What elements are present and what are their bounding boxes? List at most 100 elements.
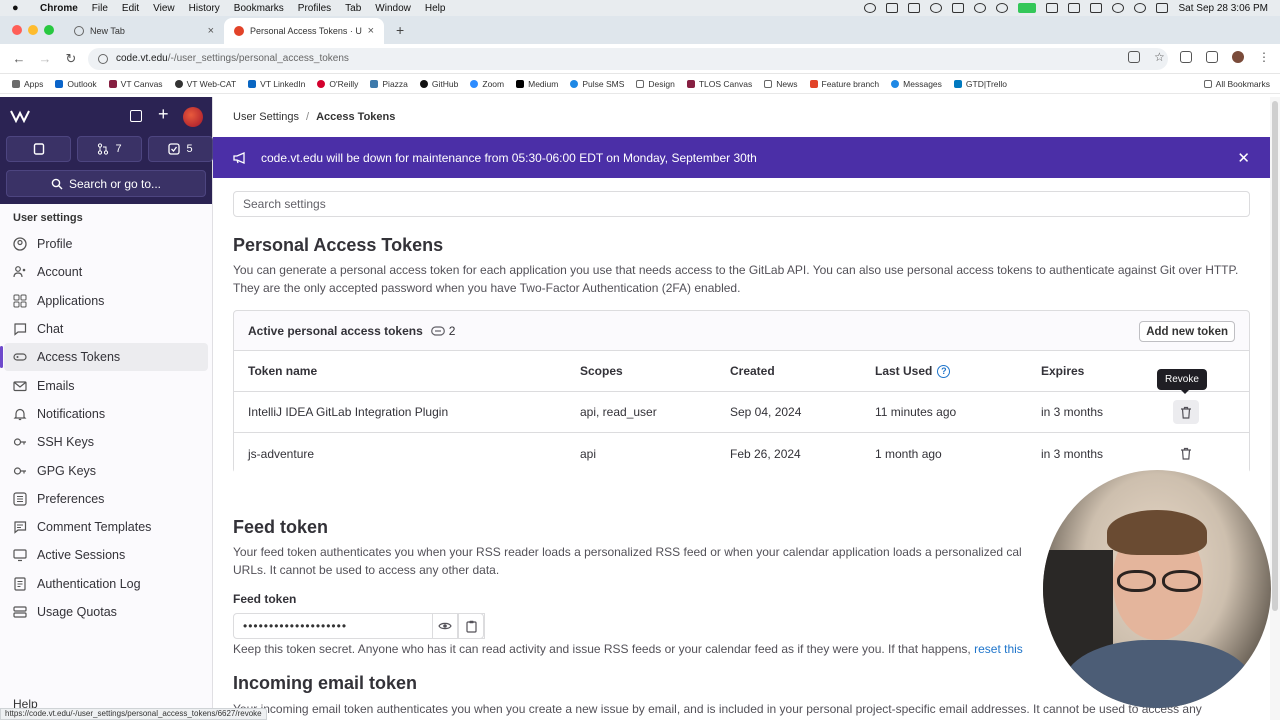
- clock-icon[interactable]: [974, 3, 987, 13]
- calendar-icon[interactable]: [952, 3, 965, 13]
- facetime-icon[interactable]: [1018, 3, 1037, 13]
- volume-icon[interactable]: [1112, 3, 1125, 13]
- search-settings-input[interactable]: Search settings: [233, 191, 1250, 217]
- bookmark-vt-canvas[interactable]: VT Canvas: [108, 79, 163, 89]
- menu-help[interactable]: Help: [425, 3, 446, 14]
- sidebar-toggle-icon[interactable]: [130, 110, 142, 122]
- breadcrumb-access-tokens[interactable]: Access Tokens: [316, 111, 395, 123]
- sidebar-item-emails[interactable]: Emails: [0, 371, 212, 399]
- status-icon[interactable]: [930, 3, 943, 13]
- menu-chrome[interactable]: Chrome: [40, 3, 78, 14]
- bookmark-messages[interactable]: Messages: [891, 79, 942, 89]
- extension-icon[interactable]: [1180, 51, 1192, 63]
- add-new-token-button[interactable]: Add new token: [1139, 321, 1235, 342]
- sidebar-item-authentication-log[interactable]: Authentication Log: [0, 570, 212, 598]
- page-scrollbar[interactable]: [1270, 97, 1280, 720]
- column-scopes[interactable]: Scopes: [580, 364, 623, 378]
- column-last-used[interactable]: Last Used?: [875, 364, 951, 378]
- sidebar-item-gpg-keys[interactable]: GPG Keys: [0, 456, 212, 484]
- create-new-icon[interactable]: +: [158, 104, 169, 125]
- bookmark-apps[interactable]: Apps: [12, 79, 43, 89]
- menubar-datetime[interactable]: Sat Sep 28 3:06 PM: [1178, 3, 1268, 14]
- sidebar-item-chat[interactable]: Chat: [0, 315, 212, 343]
- back-icon[interactable]: ←: [12, 51, 26, 66]
- more-menu-icon[interactable]: ⋮: [1258, 51, 1270, 63]
- menu-bookmarks[interactable]: Bookmarks: [234, 3, 284, 14]
- reset-token-link[interactable]: reset this: [974, 642, 1023, 656]
- bookmark-star-icon[interactable]: ☆: [1154, 51, 1166, 63]
- sidebar-item-account[interactable]: Account: [0, 258, 212, 286]
- column-expires[interactable]: Expires: [1041, 364, 1084, 378]
- status-icon[interactable]: [1068, 3, 1081, 13]
- bookmark-design[interactable]: Design: [636, 79, 675, 89]
- sidebar-search-button[interactable]: Search or go to...: [6, 170, 206, 197]
- bookmark-vt-linkedin[interactable]: VT LinkedIn: [248, 79, 305, 89]
- menu-file[interactable]: File: [92, 3, 108, 14]
- close-tab-icon[interactable]: ×: [208, 25, 214, 37]
- sidebar-item-applications[interactable]: Applications: [0, 287, 212, 315]
- sidebar-item-profile[interactable]: Profile: [0, 230, 212, 258]
- wifi-icon[interactable]: [1134, 3, 1147, 13]
- bookmark-oreilly[interactable]: O'Reilly: [317, 79, 358, 89]
- status-icon[interactable]: [864, 3, 877, 13]
- sidebar-item-ssh-keys[interactable]: SSH Keys: [0, 428, 212, 456]
- status-icon[interactable]: [1090, 3, 1103, 13]
- column-created[interactable]: Created: [730, 364, 775, 378]
- reload-icon[interactable]: ↻: [64, 51, 78, 67]
- bookmark-tlos-canvas[interactable]: TLOS Canvas: [686, 79, 752, 89]
- menu-view[interactable]: View: [153, 3, 175, 14]
- minimize-window-icon[interactable]: [28, 25, 38, 35]
- bookmark-medium[interactable]: Medium: [516, 79, 558, 89]
- menu-window[interactable]: Window: [375, 3, 411, 14]
- close-window-icon[interactable]: [12, 25, 22, 35]
- reveal-token-button[interactable]: [432, 613, 458, 639]
- profile-avatar[interactable]: [1232, 51, 1244, 63]
- status-icon[interactable]: [1046, 3, 1059, 13]
- tab-new-tab[interactable]: New Tab ×: [64, 18, 224, 44]
- bookmark-piazza[interactable]: Piazza: [370, 79, 408, 89]
- bookmark-gtd-trello[interactable]: GTD|Trello: [953, 79, 1007, 89]
- menu-profiles[interactable]: Profiles: [298, 3, 331, 14]
- new-tab-icon[interactable]: +: [396, 22, 404, 38]
- menu-edit[interactable]: Edit: [122, 3, 139, 14]
- merge-requests-counter-button[interactable]: 7: [77, 136, 142, 162]
- sidebar-item-notifications[interactable]: Notifications: [0, 400, 212, 428]
- sidebar-item-usage-quotas[interactable]: Usage Quotas: [0, 598, 212, 626]
- menu-tab[interactable]: Tab: [345, 3, 361, 14]
- scrollbar-thumb[interactable]: [1272, 101, 1278, 611]
- close-tab-icon[interactable]: ×: [368, 25, 374, 37]
- sidebar-item-active-sessions[interactable]: Active Sessions: [0, 541, 212, 569]
- sidebar-item-preferences[interactable]: Preferences: [0, 485, 212, 513]
- forward-icon[interactable]: →: [38, 51, 52, 66]
- bookmark-github[interactable]: GitHub: [419, 79, 458, 89]
- sidebar-item-comment-templates[interactable]: Comment Templates: [0, 513, 212, 541]
- search-icon[interactable]: [996, 3, 1009, 13]
- column-token-name[interactable]: Token name: [248, 364, 317, 378]
- sidebar-item-access-tokens[interactable]: Access Tokens: [0, 343, 208, 372]
- apple-menu-icon[interactable]: ●: [12, 2, 26, 14]
- bookmark-news[interactable]: News: [764, 79, 798, 89]
- vt-logo-icon[interactable]: [10, 109, 30, 123]
- close-icon[interactable]: ✕: [1237, 149, 1250, 167]
- menu-history[interactable]: History: [189, 3, 220, 14]
- install-icon[interactable]: [1128, 51, 1140, 63]
- user-avatar[interactable]: [183, 107, 203, 127]
- battery-icon[interactable]: [1156, 3, 1169, 13]
- status-icon[interactable]: [908, 3, 921, 13]
- bookmark-feature-branch[interactable]: Feature branch: [809, 79, 879, 89]
- extensions-puzzle-icon[interactable]: [1206, 51, 1218, 63]
- question-icon[interactable]: ?: [937, 364, 951, 378]
- revoke-button[interactable]: [1173, 400, 1199, 424]
- status-icon[interactable]: [886, 3, 899, 13]
- copy-token-button[interactable]: [458, 613, 484, 639]
- tab-personal-access-tokens[interactable]: Personal Access Tokens · Use ×: [224, 18, 384, 44]
- bookmark-pulse-sms[interactable]: Pulse SMS: [570, 79, 624, 89]
- bookmark-outlook[interactable]: Outlook: [55, 79, 97, 89]
- breadcrumb-user-settings[interactable]: User Settings: [233, 111, 299, 123]
- issues-counter-button[interactable]: [6, 136, 71, 162]
- maximize-window-icon[interactable]: [44, 25, 54, 35]
- todo-counter-button[interactable]: 5: [148, 136, 213, 162]
- site-info-icon[interactable]: [98, 53, 108, 64]
- address-bar[interactable]: code.vt.edu /-/user_settings/personal_ac…: [88, 47, 1168, 70]
- bookmark-zoom[interactable]: Zoom: [470, 79, 504, 89]
